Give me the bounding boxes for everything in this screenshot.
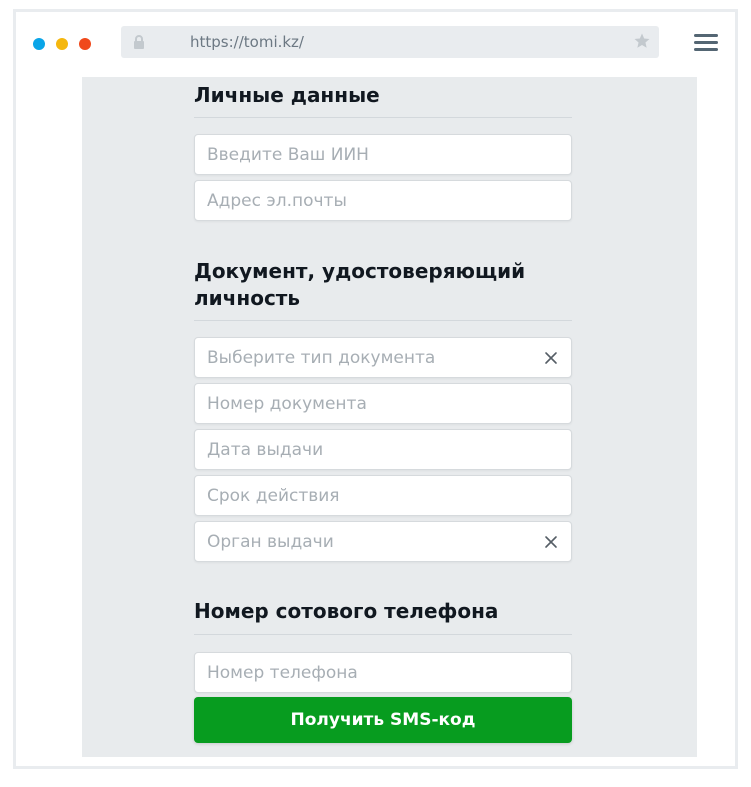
phone-title: Номер сотового телефона — [194, 599, 499, 623]
issue-date-field[interactable] — [194, 429, 572, 470]
section-divider — [194, 117, 572, 118]
email-field[interactable] — [194, 180, 572, 221]
address-bar[interactable]: https://tomi.kz/ — [121, 26, 659, 58]
window-dot-red — [79, 38, 91, 50]
phone-input[interactable] — [195, 653, 571, 692]
star-icon[interactable] — [633, 32, 651, 50]
page-content: Личные данные Документ, удостоверяющий л… — [82, 77, 697, 757]
email-input[interactable] — [195, 181, 571, 220]
url-text[interactable]: https://tomi.kz/ — [190, 26, 304, 58]
window-dot-blue — [33, 38, 45, 50]
issue-date-input[interactable] — [195, 430, 571, 469]
document-type-input[interactable] — [195, 338, 571, 377]
expiry-date-field[interactable] — [194, 475, 572, 516]
lock-icon — [134, 35, 144, 49]
section-divider — [194, 634, 572, 635]
close-icon[interactable] — [543, 534, 559, 550]
phone-field[interactable] — [194, 652, 572, 693]
document-title: Документ, удостоверяющий личность — [194, 259, 526, 310]
iin-field[interactable] — [194, 134, 572, 175]
menu-icon[interactable] — [694, 34, 718, 52]
window-dot-yellow — [56, 38, 68, 50]
expiry-date-input[interactable] — [195, 476, 571, 515]
document-type-select[interactable] — [194, 337, 572, 378]
browser-window: https://tomi.kz/ Личные данные Документ,… — [13, 9, 738, 769]
get-sms-code-button[interactable]: Получить SMS-код — [194, 697, 572, 743]
document-number-field[interactable] — [194, 383, 572, 424]
iin-input[interactable] — [195, 135, 571, 174]
section-divider — [194, 320, 572, 321]
issuing-authority-select[interactable] — [194, 521, 572, 562]
personal-data-title: Личные данные — [194, 83, 380, 107]
close-icon[interactable] — [543, 350, 559, 366]
document-number-input[interactable] — [195, 384, 571, 423]
issuing-authority-input[interactable] — [195, 522, 571, 561]
